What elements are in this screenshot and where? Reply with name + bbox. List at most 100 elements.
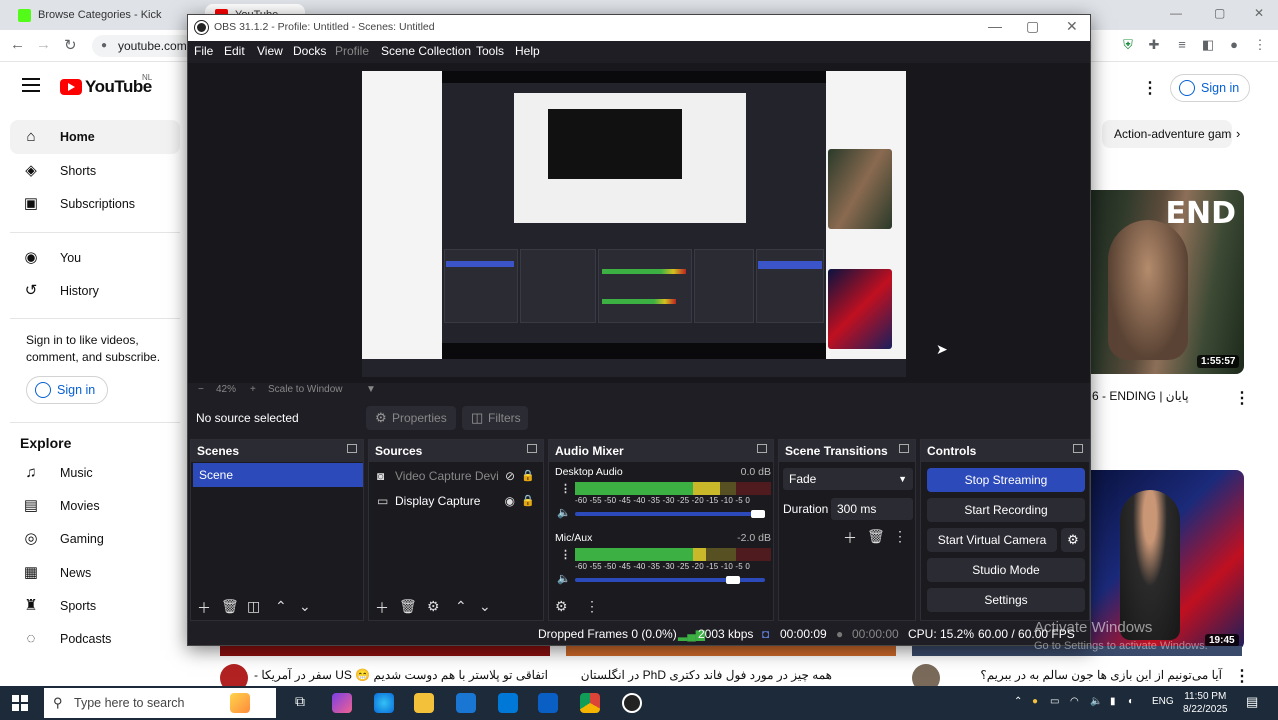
tray-wifi-icon[interactable]: ◠ — [1070, 696, 1079, 707]
reload-icon[interactable]: ↻ — [64, 36, 77, 54]
video-title[interactable]: همه چیز در مورد فول فاند دکتری PhD در ان… — [566, 668, 832, 682]
undock-icon[interactable] — [757, 444, 767, 453]
lock-icon[interactable]: 🔒 — [521, 464, 535, 488]
lock-icon[interactable]: 🔒 — [521, 489, 535, 513]
sidebar-item-movies[interactable]: ▤ Movies — [10, 489, 180, 523]
task-view-icon[interactable]: ⧉ — [290, 693, 310, 713]
stop-streaming-button[interactable]: Stop Streaming — [927, 468, 1085, 492]
undock-icon[interactable] — [899, 444, 909, 453]
profile-icon[interactable]: ● — [1226, 37, 1242, 53]
trash-icon[interactable]: 🗑 — [399, 598, 417, 615]
speaker-icon[interactable]: 🔈 — [557, 506, 571, 519]
trash-icon[interactable]: 🗑 — [867, 528, 885, 545]
file-explorer-icon[interactable] — [414, 693, 434, 713]
filters-button[interactable]: ◫ Filters — [462, 406, 528, 430]
video-more-icon[interactable]: ⋮ — [1234, 388, 1250, 408]
volume-knob[interactable] — [726, 576, 741, 584]
menu-edit[interactable]: Edit — [224, 44, 245, 58]
sidebar-item-music[interactable]: ♫ Music — [10, 456, 180, 490]
undock-icon[interactable] — [347, 444, 357, 453]
add-icon[interactable]: ＋ — [375, 598, 389, 618]
advanced-audio-icon[interactable]: ⚙ — [555, 598, 568, 615]
browser-tab-kick[interactable]: Browse Categories - Kick Stream — [8, 4, 188, 43]
shield-extension-icon[interactable]: ⛨ — [1120, 37, 1136, 53]
filter-icon[interactable]: ◫ — [247, 598, 260, 615]
sidebar-item-gaming[interactable]: ◎ Gaming — [10, 522, 180, 556]
transition-select[interactable]: Fade ▼ — [783, 468, 913, 490]
obs-close-icon[interactable]: ✕ — [1066, 18, 1078, 35]
menu-profile[interactable]: Profile — [335, 44, 369, 58]
copilot-icon[interactable] — [332, 693, 352, 713]
tray-misc-icon[interactable]: ◐ — [1128, 696, 1134, 707]
header-more-icon[interactable]: ⋮ — [1142, 78, 1158, 98]
sidebar-item-shorts[interactable]: ◈ Shorts — [10, 154, 180, 188]
channel-menu-icon[interactable]: ⋮ — [560, 482, 571, 495]
eye-icon[interactable]: ◉ — [505, 489, 515, 513]
volume-knob[interactable] — [751, 510, 765, 518]
virtual-camera-settings-icon[interactable]: ⚙ — [1061, 528, 1085, 552]
tray-app-icon[interactable]: ● — [1032, 696, 1038, 707]
source-item[interactable]: ◙ Video Capture Devi ⊘ 🔒 — [369, 464, 545, 488]
start-recording-button[interactable]: Start Recording — [927, 498, 1085, 522]
scale-dropdown-icon[interactable]: ▼ — [366, 384, 376, 395]
scene-item[interactable]: Scene — [193, 463, 363, 487]
tray-volume-icon[interactable]: 🔈 — [1090, 696, 1102, 707]
studio-mode-button[interactable]: Studio Mode — [927, 558, 1085, 582]
chrome-icon[interactable] — [580, 693, 600, 713]
channel-menu-icon[interactable]: ⋮ — [560, 548, 571, 561]
outlook-icon[interactable] — [456, 693, 476, 713]
sidebar-item-home[interactable]: ⌂ Home — [10, 120, 180, 154]
site-info-icon[interactable]: ● — [101, 35, 107, 57]
header-signin-button[interactable]: Sign in — [1170, 74, 1250, 102]
widgets-icon[interactable] — [230, 693, 250, 713]
sidebar-item-you[interactable]: ◉ You — [10, 241, 180, 275]
start-virtual-camera-button[interactable]: Start Virtual Camera — [927, 528, 1057, 552]
undock-icon[interactable] — [1073, 444, 1083, 453]
sidebar-signin-button[interactable]: Sign in — [26, 376, 108, 404]
edge-icon[interactable] — [374, 693, 394, 713]
sidebar-item-history[interactable]: ↺ History — [10, 274, 180, 308]
chevron-right-icon[interactable]: › — [1236, 126, 1240, 141]
volume-slider[interactable] — [575, 576, 765, 584]
taskbar-clock[interactable]: 11:50 PM 8/22/2025 — [1183, 690, 1228, 716]
side-panel-icon[interactable]: ◧ — [1200, 37, 1216, 53]
reading-list-icon[interactable]: ≡ — [1174, 37, 1190, 53]
input-language[interactable]: ENG — [1152, 696, 1174, 707]
sidebar-item-sports[interactable]: ♜ Sports — [10, 589, 180, 623]
forward-icon[interactable]: → — [36, 36, 51, 53]
move-up-icon[interactable]: ⌃ — [455, 598, 467, 615]
obs-taskbar-icon[interactable] — [622, 693, 642, 713]
move-down-icon[interactable]: ⌄ — [479, 598, 491, 615]
mixer-menu-icon[interactable]: ⋮ — [585, 598, 599, 615]
filter-chip[interactable]: Action-adventure games — [1102, 120, 1232, 148]
scale-mode[interactable]: Scale to Window — [268, 384, 342, 395]
trash-icon[interactable]: 🗑 — [221, 598, 239, 615]
tray-battery-icon[interactable]: ▮ — [1110, 696, 1116, 707]
properties-button[interactable]: ⚙ Properties — [366, 406, 456, 430]
video-more-icon[interactable]: ⋮ — [1234, 666, 1250, 686]
menu-docks[interactable]: Docks — [293, 44, 326, 58]
transition-menu-icon[interactable]: ⋮ — [893, 528, 907, 545]
start-icon[interactable] — [12, 695, 28, 711]
settings-button[interactable]: Settings — [927, 588, 1085, 612]
add-icon[interactable]: ＋ — [197, 598, 211, 618]
sidebar-item-podcasts[interactable]: ◌ Podcasts — [10, 622, 180, 656]
undock-icon[interactable] — [527, 444, 537, 453]
hidden-eye-icon[interactable]: ⊘ — [505, 464, 515, 488]
guide-menu-icon[interactable] — [22, 78, 40, 92]
obs-minimize-icon[interactable]: — — [988, 18, 1002, 34]
obs-maximize-icon[interactable]: ▢ — [1026, 18, 1039, 35]
menu-file[interactable]: File — [194, 44, 213, 58]
notifications-icon[interactable]: ▤ — [1246, 694, 1258, 710]
close-icon[interactable]: ✕ — [1254, 6, 1264, 20]
minimize-icon[interactable]: — — [1170, 6, 1182, 20]
speaker-icon[interactable]: 🔈 — [557, 572, 571, 585]
menu-scene-collection[interactable]: Scene Collection — [381, 44, 471, 58]
move-up-icon[interactable]: ⌃ — [275, 598, 287, 615]
add-icon[interactable]: ＋ — [843, 528, 857, 548]
video-title[interactable]: آیا می‌تونیم از این بازی ها جون سالم به … — [950, 668, 1222, 682]
zoom-out-icon[interactable]: − — [198, 384, 204, 395]
tray-network-icon[interactable]: ▭ — [1050, 696, 1059, 707]
duration-spinbox[interactable]: 300 ms — [831, 498, 913, 520]
volume-slider[interactable] — [575, 510, 765, 518]
